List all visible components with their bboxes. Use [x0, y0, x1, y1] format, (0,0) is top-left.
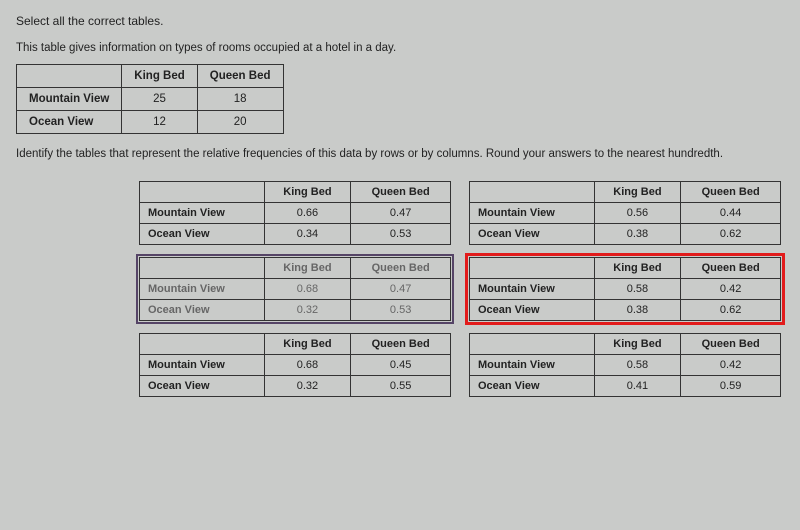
- cell-value: 0.47: [351, 203, 451, 224]
- cell-value: 0.42: [681, 355, 781, 376]
- option-table-1[interactable]: King BedQueen Bed Mountain View0.660.47 …: [136, 178, 454, 248]
- cell-value: 20: [197, 111, 283, 134]
- cell-value: 0.56: [594, 203, 681, 224]
- row-header: Mountain View: [470, 203, 595, 224]
- cell-value: 0.38: [594, 300, 681, 321]
- cell-value: 0.32: [264, 300, 351, 321]
- col-header: King Bed: [594, 182, 681, 203]
- source-table: King Bed Queen Bed Mountain View 25 18 O…: [16, 64, 284, 134]
- cell-value: 0.45: [351, 355, 451, 376]
- col-header: Queen Bed: [351, 334, 451, 355]
- question-description: This table gives information on types of…: [16, 42, 784, 54]
- cell-value: 0.58: [594, 355, 681, 376]
- cell-value: 0.47: [351, 279, 451, 300]
- col-header: King Bed: [264, 258, 351, 279]
- row-header: Mountain View: [140, 355, 265, 376]
- row-header: Ocean View: [140, 224, 265, 245]
- cell-value: 0.68: [264, 355, 351, 376]
- cell-value: 0.68: [264, 279, 351, 300]
- cell-value: 0.42: [681, 279, 781, 300]
- row-header-ocean: Ocean View: [17, 111, 122, 134]
- cell-value: 0.32: [264, 376, 351, 397]
- cell-value: 0.62: [681, 224, 781, 245]
- row-header: Ocean View: [470, 376, 595, 397]
- col-header-king: King Bed: [122, 65, 197, 88]
- col-header: King Bed: [594, 334, 681, 355]
- cell-value: 0.58: [594, 279, 681, 300]
- cell-value: 0.41: [594, 376, 681, 397]
- cell-value: 0.59: [681, 376, 781, 397]
- option-table-5[interactable]: King BedQueen Bed Mountain View0.680.45 …: [136, 330, 454, 400]
- col-header: King Bed: [264, 182, 351, 203]
- col-header: King Bed: [264, 334, 351, 355]
- option-table-2[interactable]: King BedQueen Bed Mountain View0.560.44 …: [466, 178, 784, 248]
- row-header: Ocean View: [140, 300, 265, 321]
- cell-value: 0.38: [594, 224, 681, 245]
- cell-value: 0.53: [351, 300, 451, 321]
- row-header: Ocean View: [140, 376, 265, 397]
- col-header: Queen Bed: [681, 258, 781, 279]
- col-header-queen: Queen Bed: [197, 65, 283, 88]
- question-heading: Select all the correct tables.: [16, 14, 784, 28]
- row-header-mountain: Mountain View: [17, 88, 122, 111]
- col-header: Queen Bed: [681, 334, 781, 355]
- option-table-3[interactable]: King BedQueen Bed Mountain View0.680.47 …: [136, 254, 454, 324]
- cell-value: 0.44: [681, 203, 781, 224]
- cell-value: 12: [122, 111, 197, 134]
- row-header: Ocean View: [470, 224, 595, 245]
- cell-value: 25: [122, 88, 197, 111]
- options-grid: King BedQueen Bed Mountain View0.660.47 …: [136, 178, 784, 400]
- cell-value: 0.62: [681, 300, 781, 321]
- cell-value: 0.66: [264, 203, 351, 224]
- row-header: Mountain View: [140, 203, 265, 224]
- col-header: King Bed: [594, 258, 681, 279]
- cell-value: 0.53: [351, 224, 451, 245]
- option-table-6[interactable]: King BedQueen Bed Mountain View0.580.42 …: [466, 330, 784, 400]
- blank-cell: [17, 65, 122, 88]
- col-header: Queen Bed: [681, 182, 781, 203]
- option-table-4[interactable]: King BedQueen Bed Mountain View0.580.42 …: [466, 254, 784, 324]
- row-header: Mountain View: [470, 355, 595, 376]
- col-header: Queen Bed: [351, 258, 451, 279]
- col-header: Queen Bed: [351, 182, 451, 203]
- cell-value: 18: [197, 88, 283, 111]
- row-header: Mountain View: [140, 279, 265, 300]
- row-header: Ocean View: [470, 300, 595, 321]
- cell-value: 0.55: [351, 376, 451, 397]
- row-header: Mountain View: [470, 279, 595, 300]
- instruction-text: Identify the tables that represent the r…: [16, 148, 784, 160]
- cell-value: 0.34: [264, 224, 351, 245]
